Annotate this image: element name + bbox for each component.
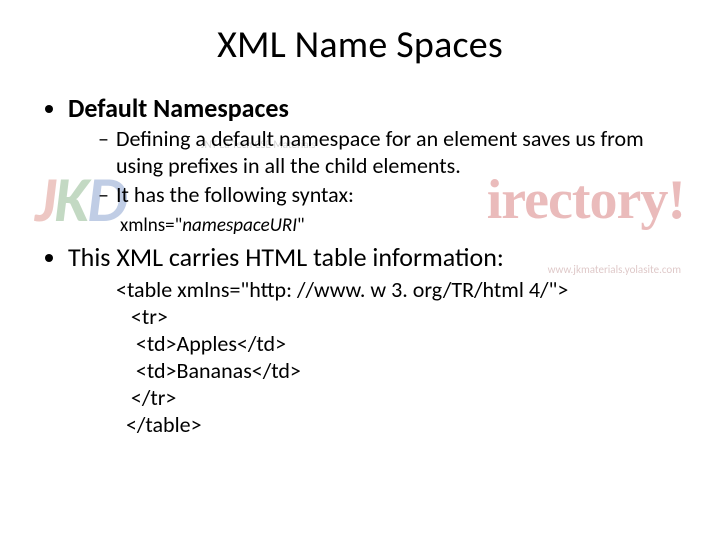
code-block: <table xmlns="http: //www. w 3. org/TR/h… (116, 277, 680, 438)
syntax-suffix: " (297, 214, 305, 237)
bullet-carries-text: This XML carries HTML table information: (68, 241, 504, 273)
bullet-default-ns-text: Default Namespaces (68, 92, 289, 124)
bullet-default-namespaces: Default Namespaces Defining a default na… (68, 92, 680, 237)
syntax-prefix: xmlns=" (120, 214, 182, 237)
syntax-uri: namespaceURI (182, 214, 297, 237)
syntax-line: xmlns="namespaceURI" (120, 214, 680, 237)
bullet-carries-info: This XML carries HTML table information:… (68, 241, 680, 438)
sub-bullet-syntax: It has the following syntax: (98, 182, 680, 209)
bullet-list: Default Namespaces Defining a default na… (40, 92, 680, 438)
slide-content: XML Name Spaces Default Namespaces Defin… (0, 0, 720, 438)
sub-bullet-list: Defining a default namespace for an elem… (68, 126, 680, 208)
slide-title: XML Name Spaces (40, 22, 680, 68)
sub-bullet-defining: Defining a default namespace for an elem… (98, 126, 680, 180)
